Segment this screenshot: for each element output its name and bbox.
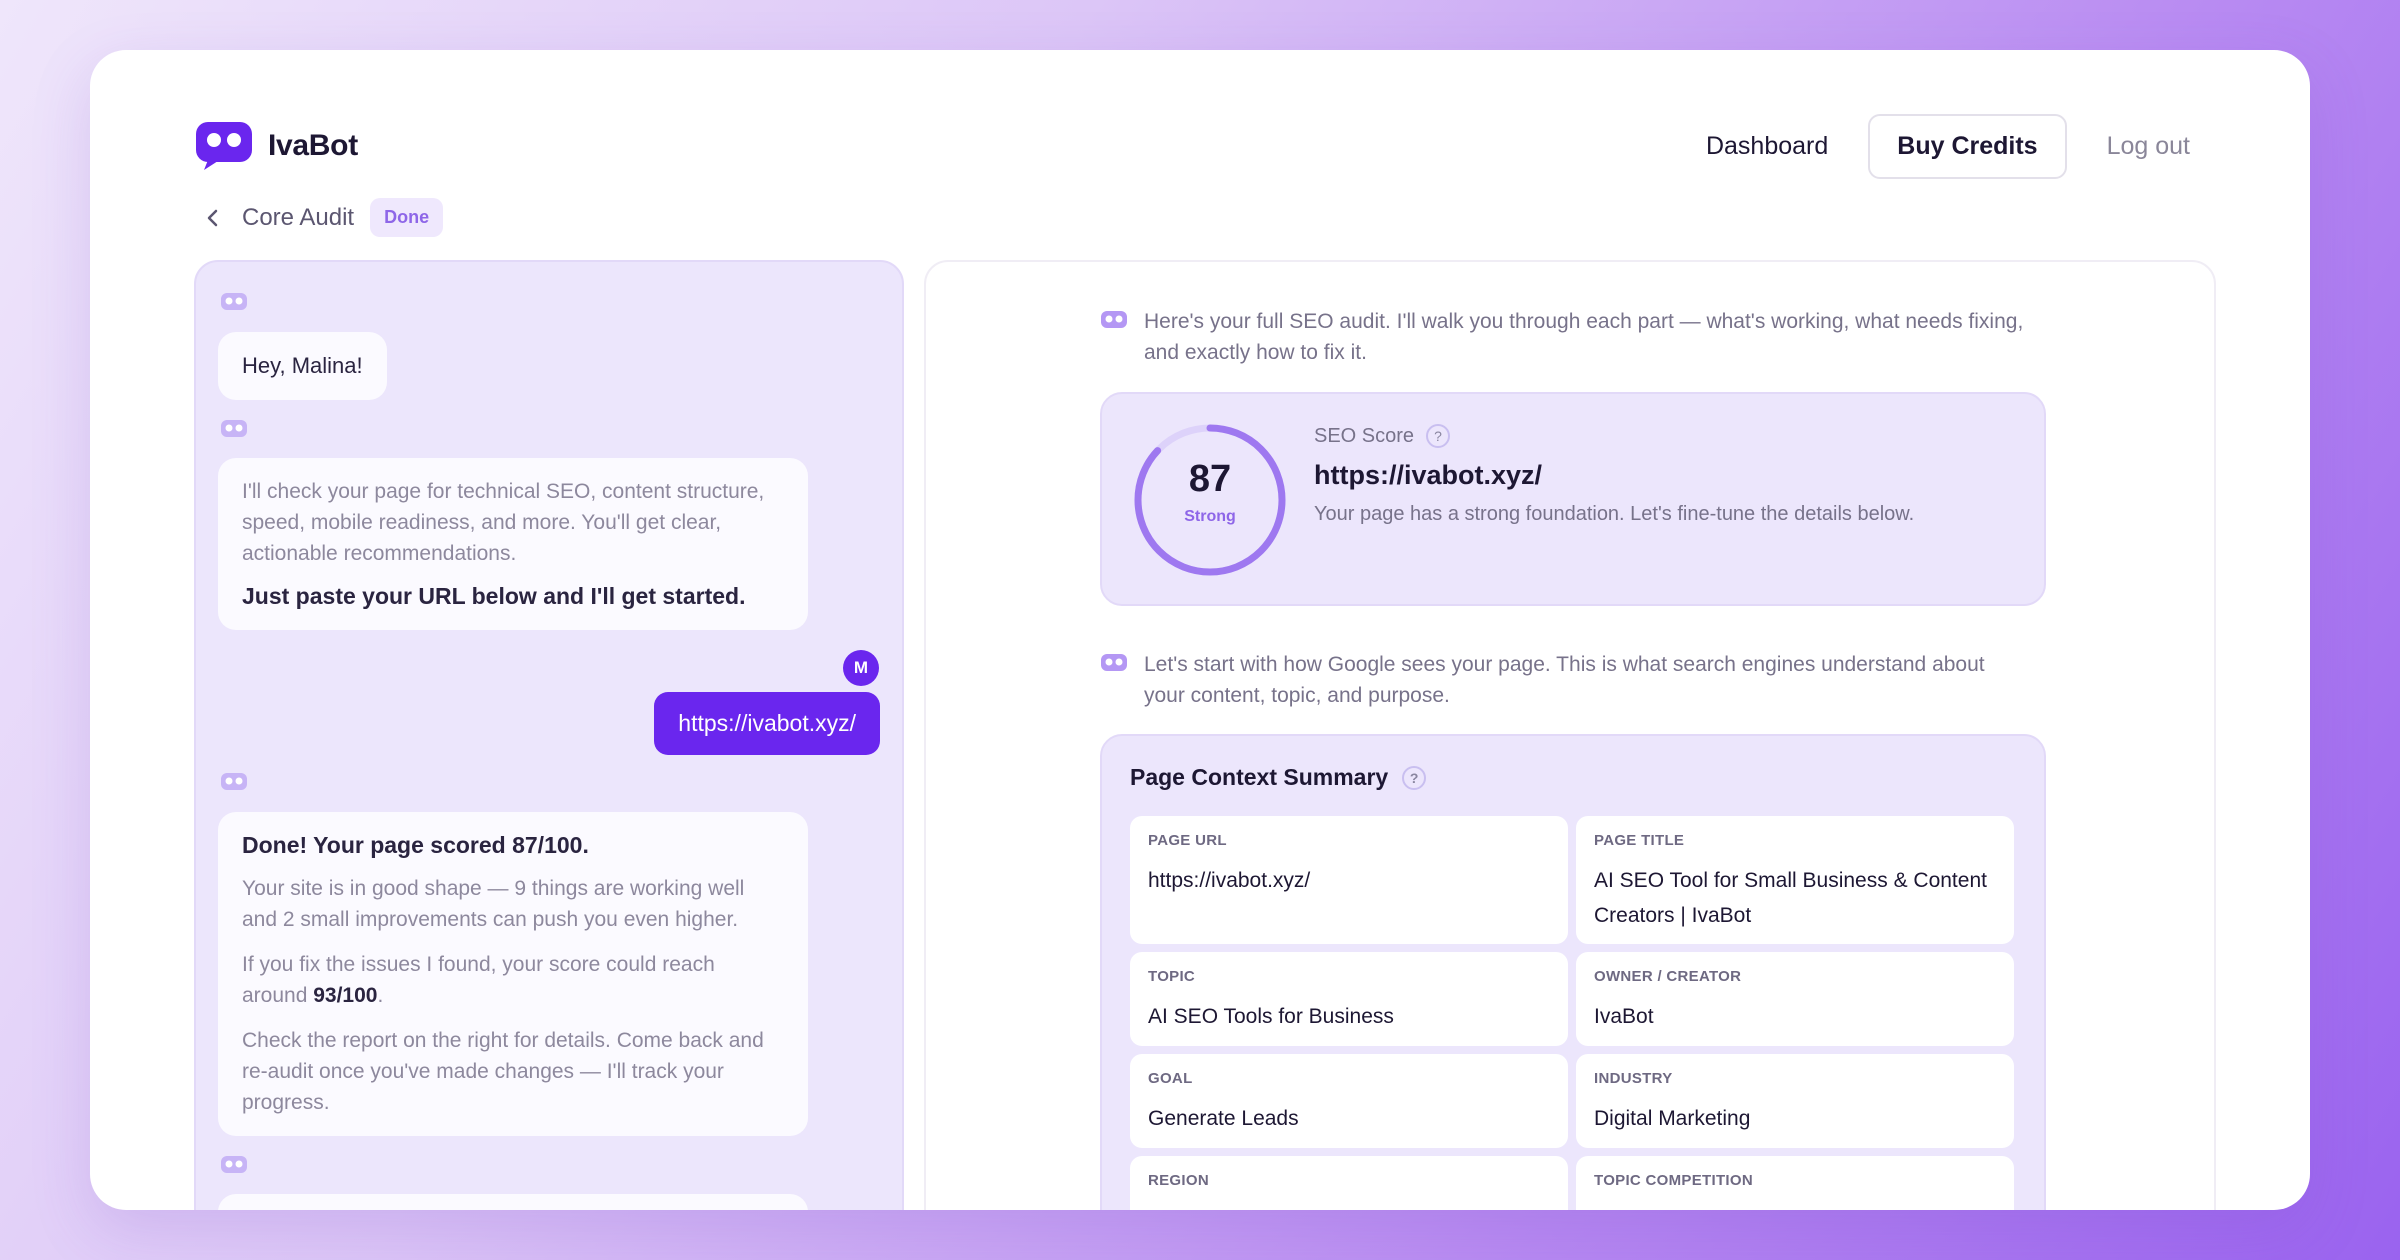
result-paragraph: Your site is in good shape — 9 things ar… [242, 877, 745, 931]
seo-score-card: 87 Strong SEO Score ? https://ivabot.xyz… [1100, 392, 2046, 606]
context-field-region: REGION [1130, 1156, 1568, 1210]
chat-bot-message: I'll check your page for technical SEO, … [218, 458, 808, 630]
result-paragraph: Check the report on the right for detail… [242, 1029, 764, 1114]
score-label: SEO Score ? [1314, 424, 1914, 448]
report-intro: Let's start with how Google sees your pa… [1100, 649, 2030, 711]
brand-name: IvaBot [268, 129, 358, 162]
field-key: OWNER / CREATOR [1594, 968, 1742, 985]
bot-avatar-icon [221, 293, 247, 310]
field-value: AI SEO Tool for Small Business & Content… [1594, 869, 1987, 927]
field-key: PAGE TITLE [1594, 832, 1685, 849]
logout-link[interactable]: Log out [2107, 132, 2190, 161]
greeting-text: Hey, Malina! [242, 353, 363, 378]
question-icon[interactable]: ? [1402, 765, 1427, 790]
context-title: Page Context Summary ? [1130, 764, 1427, 791]
context-field-page-title: PAGE TITLE AI SEO Tool for Small Busines… [1576, 816, 2014, 944]
field-key: PAGE URL [1148, 832, 1227, 849]
field-key: TOPIC COMPETITION [1594, 1172, 1753, 1189]
field-value: Generate Leads [1148, 1107, 1299, 1130]
chat-panel[interactable]: Hey, Malina! I'll check your page for te… [194, 260, 904, 1210]
score-url: https://ivabot.xyz/ [1314, 460, 1543, 490]
field-value: IvaBot [1594, 1005, 1654, 1028]
status-badge: Done [370, 198, 444, 237]
result-paragraph: If you fix the issues I found, your scor… [242, 949, 784, 1011]
score-grade: Strong [1184, 508, 1236, 525]
context-field-page-url: PAGE URL https://ivabot.xyz/ [1130, 816, 1568, 944]
context-field-topic-competition: TOPIC COMPETITION [1576, 1156, 2014, 1210]
chevron-left-icon[interactable] [200, 205, 226, 231]
result-text: . [377, 984, 384, 1007]
context-field-topic: TOPIC AI SEO Tools for Business [1130, 952, 1568, 1046]
score-label-text: SEO Score [1314, 424, 1415, 447]
question-icon[interactable]: ? [1426, 424, 1451, 448]
result-title: Done! Your page scored 87/100. [242, 832, 589, 858]
field-key: TOPIC [1148, 968, 1196, 985]
field-value: Digital Marketing [1594, 1107, 1751, 1130]
intro-text: Let's start with how Google sees your pa… [1144, 653, 1985, 707]
context-title-text: Page Context Summary [1130, 764, 1389, 790]
intro-cta: Just paste your URL below and I'll get s… [242, 583, 746, 609]
score-value: 87 [1188, 458, 1232, 500]
app-window: IvaBot Dashboard Buy Credits Log out Cor… [90, 50, 2310, 1210]
field-value: AI SEO Tools for Business [1148, 1005, 1394, 1028]
bot-avatar-icon [1101, 311, 1127, 328]
context-field-owner: OWNER / CREATOR IvaBot [1576, 952, 2014, 1046]
field-key: GOAL [1148, 1070, 1193, 1087]
chat-bot-message: Done! Your page scored 87/100. Your site… [218, 812, 808, 1136]
intro-text: I'll check your page for technical SEO, … [242, 480, 765, 565]
bot-avatar-icon [221, 420, 247, 437]
bot-avatar-icon [1101, 654, 1127, 671]
chat-bot-message: Hey, Malina! [218, 332, 387, 400]
page-title: Core Audit [242, 203, 355, 231]
robot-logo-icon [194, 120, 254, 172]
report-panel[interactable]: Here's your full SEO audit. I'll walk yo… [924, 260, 2216, 1210]
context-field-industry: INDUSTRY Digital Marketing [1576, 1054, 2014, 1148]
context-field-goal: GOAL Generate Leads [1130, 1054, 1568, 1148]
nav-dashboard-link[interactable]: Dashboard [1706, 132, 1828, 161]
avatar: M [843, 650, 879, 686]
field-value: https://ivabot.xyz/ [1148, 869, 1311, 892]
score-ring: 87 Strong [1130, 420, 1290, 580]
score-meta: SEO Score ? https://ivabot.xyz/ Your pag… [1314, 424, 1914, 526]
breadcrumb: Core Audit Done [200, 198, 444, 237]
chat-user-message: https://ivabot.xyz/ [654, 692, 880, 755]
buy-credits-button[interactable]: Buy Credits [1868, 114, 2067, 179]
top-nav: Dashboard Buy Credits Log out [1706, 114, 2190, 179]
page-context-card: Page Context Summary ? PAGE URL https://… [1100, 734, 2046, 1210]
brand[interactable]: IvaBot [194, 120, 358, 172]
bot-avatar-icon [221, 773, 247, 790]
field-key: INDUSTRY [1594, 1070, 1673, 1087]
projected-score: 93/100 [313, 984, 378, 1007]
bot-avatar-icon [221, 1156, 247, 1173]
score-description: Your page has a strong foundation. Let's… [1314, 503, 1915, 525]
field-key: REGION [1148, 1172, 1209, 1189]
report-intro: Here's your full SEO audit. I'll walk yo… [1100, 306, 2030, 368]
intro-text: Here's your full SEO audit. I'll walk yo… [1144, 310, 2024, 364]
chat-bot-message [218, 1194, 808, 1210]
